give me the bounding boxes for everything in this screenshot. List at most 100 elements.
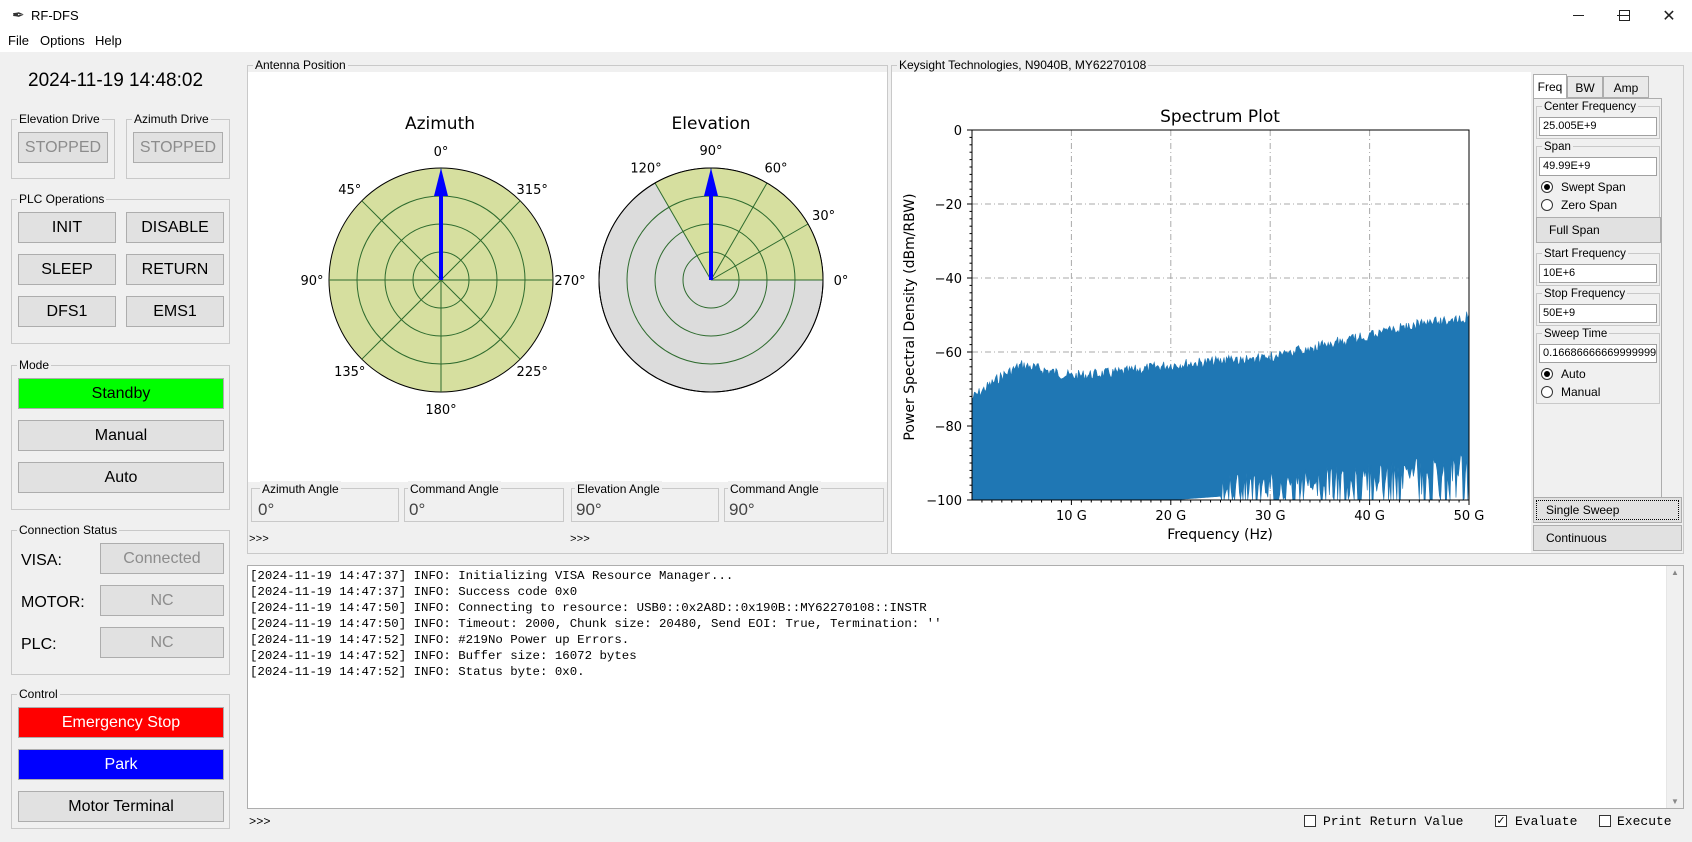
sweep-time-input[interactable]: 0.16686666669999999 — [1539, 344, 1657, 363]
park-button[interactable]: Park — [18, 749, 224, 780]
ems1-button[interactable]: EMS1 — [126, 296, 224, 327]
center-frequency-label: Center Frequency — [1542, 99, 1639, 115]
spectrum-trace — [971, 311, 1470, 501]
sweep-auto-label: Auto — [1561, 367, 1586, 381]
elevation-angle-value: 90° — [576, 500, 602, 519]
sweep-manual-radio[interactable] — [1541, 386, 1553, 398]
swept-span-radio[interactable] — [1541, 181, 1553, 193]
azimuth-tick-label: 225° — [517, 365, 548, 380]
motor-terminal-button[interactable]: Motor Terminal — [18, 791, 224, 822]
evaluate-label: Evaluate — [1515, 814, 1578, 829]
window-title: RF-DFS — [31, 8, 79, 23]
log-line: [2024-11-19 14:47:52] INFO: Status byte:… — [250, 665, 585, 679]
emergency-stop-button[interactable]: Emergency Stop — [18, 707, 224, 738]
sweep-time-label: Sweep Time — [1542, 326, 1610, 342]
elevation-title: Elevation — [672, 114, 751, 134]
execute-checkbox[interactable] — [1599, 815, 1611, 827]
mode-label: Mode — [17, 357, 52, 373]
start-frequency-label: Start Frequency — [1542, 246, 1628, 262]
azimuth-tick-label: 45° — [338, 183, 361, 198]
evaluate-checkbox[interactable]: ✓ — [1495, 815, 1507, 827]
log-line: [2024-11-19 14:47:37] INFO: Success code… — [250, 585, 578, 599]
print-return-checkbox[interactable] — [1304, 815, 1316, 827]
az-command-angle-label: Command Angle — [408, 481, 501, 497]
continuous-button[interactable]: Continuous — [1533, 525, 1682, 551]
azimuth-tick-label: 135° — [334, 365, 365, 380]
stop-frequency-input[interactable]: 50E+9 — [1539, 304, 1657, 323]
full-span-button[interactable]: Full Span — [1536, 217, 1661, 243]
elevation-tick-label: 90° — [699, 144, 722, 159]
auto-button[interactable]: Auto — [18, 462, 224, 493]
azimuth-tick-label: 90° — [300, 274, 323, 289]
span-input[interactable]: 49.99E+9 — [1539, 157, 1657, 176]
single-sweep-button[interactable]: Single Sweep — [1533, 497, 1682, 523]
minimize-button-wrap[interactable] — [1555, 0, 1601, 31]
log-scrollbar[interactable]: ▲ ▼ — [1666, 566, 1683, 808]
elevation-angle-field: Elevation Angle 90° — [571, 481, 719, 522]
azimuth-angle-label: Azimuth Angle — [260, 481, 341, 497]
log-console[interactable]: [2024-11-19 14:47:37] INFO: Initializing… — [247, 565, 1684, 809]
center-frequency-input[interactable]: 25.005E+9 — [1539, 117, 1657, 136]
menu-help[interactable]: Help — [95, 33, 122, 48]
y-tick-label: −100 — [926, 494, 962, 509]
tab-freq[interactable]: Freq — [1533, 74, 1567, 98]
motor-label: MOTOR: — [21, 594, 85, 611]
elevation-prompt: >>> — [570, 534, 590, 546]
y-tick-label: −80 — [935, 420, 962, 435]
standby-button[interactable]: Standby — [18, 378, 224, 409]
clock: 2024-11-19 14:48:02 — [28, 70, 204, 91]
log-line: [2024-11-19 14:47:50] INFO: Connecting t… — [250, 601, 927, 615]
swept-span-label: Swept Span — [1561, 180, 1626, 194]
azimuth-tick-label: 270° — [554, 274, 585, 289]
return-button[interactable]: RETURN — [126, 254, 224, 285]
x-axis-label: Frequency (Hz) — [1167, 527, 1273, 543]
scroll-up-icon[interactable]: ▲ — [1671, 568, 1679, 577]
manual-button[interactable]: Manual — [18, 420, 224, 451]
tab-bw[interactable]: BW — [1567, 76, 1603, 98]
chart-title: Spectrum Plot — [1160, 107, 1280, 127]
az-command-angle-field: Command Angle 0° — [404, 481, 564, 522]
start-frequency-input[interactable]: 10E+6 — [1539, 264, 1657, 283]
maximize-button[interactable] — [1601, 0, 1647, 31]
plc-status: NC — [100, 627, 224, 658]
print-return-label: Print Return Value — [1323, 814, 1464, 829]
spectrum-plot: 10 G 20 G 30 G 40 G 50 G 0 −20 −40 −60 −80 −100 — [926, 124, 1484, 524]
init-button[interactable]: INIT — [18, 212, 116, 243]
y-tick-label: 0 — [954, 124, 962, 139]
azimuth-tick-label: 0° — [434, 145, 449, 160]
azimuth-drive-group: Azimuth Drive STOPPED — [126, 111, 230, 179]
elevation-tick-label: 30° — [812, 209, 835, 224]
app-feather-icon: ✒ — [12, 7, 25, 24]
elevation-drive-status: STOPPED — [18, 132, 108, 163]
sleep-button[interactable]: SLEEP — [18, 254, 116, 285]
y-tick-label: −40 — [935, 272, 962, 287]
plc-operations-group: PLC Operations INIT DISABLE SLEEP RETURN… — [11, 191, 230, 344]
close-icon: ✕ — [1662, 7, 1676, 25]
elevation-drive-group: Elevation Drive STOPPED — [11, 111, 115, 179]
connection-status-group: Connection Status VISA: Connected MOTOR:… — [11, 522, 230, 675]
mode-group: Mode Standby Manual Auto — [11, 357, 230, 510]
x-tick-label: 20 G — [1155, 509, 1186, 524]
azimuth-title: Azimuth — [405, 114, 475, 134]
y-tick-label: −60 — [935, 346, 962, 361]
antenna-fields: Azimuth Angle 0° Command Angle 0° Elevat… — [249, 481, 886, 552]
scroll-down-icon[interactable]: ▼ — [1671, 797, 1679, 806]
close-button[interactable]: ✕ — [1646, 0, 1692, 31]
console-prompt[interactable]: >>> — [249, 815, 271, 829]
menu-options[interactable]: Options — [40, 33, 85, 48]
dfs1-button[interactable]: DFS1 — [18, 296, 116, 327]
disable-button[interactable]: DISABLE — [126, 212, 224, 243]
tab-amp[interactable]: Amp — [1603, 76, 1649, 98]
elevation-drive-label: Elevation Drive — [17, 111, 102, 127]
x-tick-label: 10 G — [1056, 509, 1087, 524]
log-line: [2024-11-19 14:47:37] INFO: Initializing… — [250, 569, 734, 583]
span-label: Span — [1542, 139, 1573, 155]
sweep-auto-radio[interactable] — [1541, 368, 1553, 380]
menu-file[interactable]: File — [8, 33, 29, 48]
title-bar: ✒ RF-DFS — [0, 0, 1692, 31]
stop-frequency-group: Stop Frequency 50E+9 — [1536, 286, 1660, 326]
analyzer-controls: Freq BW Amp Center Frequency 25.005E+9 S… — [1531, 72, 1684, 553]
elevation-angle-label: Elevation Angle — [575, 481, 662, 497]
zero-span-radio[interactable] — [1541, 199, 1553, 211]
log-line: [2024-11-19 14:47:50] INFO: Timeout: 200… — [250, 617, 942, 631]
